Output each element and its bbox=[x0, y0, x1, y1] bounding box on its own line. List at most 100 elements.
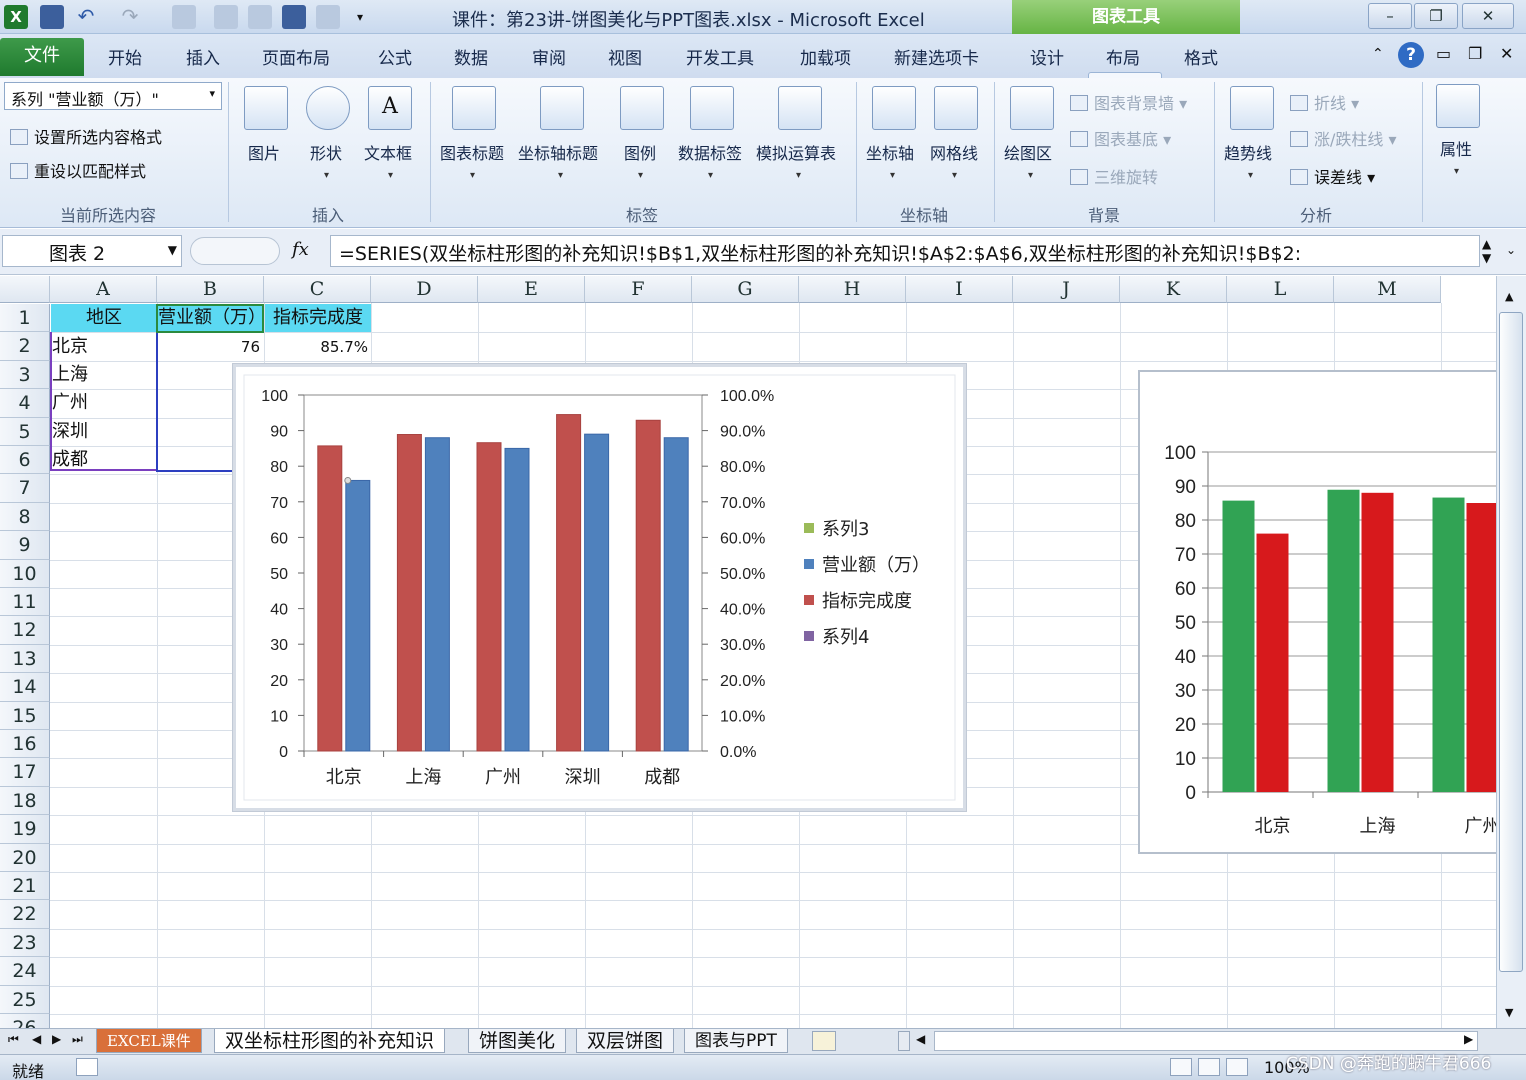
column-header-C[interactable]: C bbox=[264, 276, 371, 303]
column-header-M[interactable]: M bbox=[1334, 276, 1441, 303]
quick-access-icon-5[interactable] bbox=[316, 5, 340, 29]
quick-access-icon-2[interactable] bbox=[214, 5, 238, 29]
row-header-7[interactable]: 7 bbox=[0, 474, 50, 503]
gridlines-button[interactable]: 网格线 bbox=[930, 140, 978, 164]
doc-restore-icon[interactable]: ❐ bbox=[1468, 44, 1482, 63]
row-header-20[interactable]: 20 bbox=[0, 843, 50, 872]
combo-bar-chart[interactable]: 0 0.0% 10 10.0% 20 20.0% 30 30.0% 40 40.0% 50 50.0%… bbox=[233, 364, 966, 811]
sheet-tab-pie-beautify[interactable]: 饼图美化 bbox=[468, 1029, 567, 1053]
tab-formulas[interactable]: 公式 bbox=[378, 44, 412, 69]
horizontal-scrollbar[interactable] bbox=[934, 1031, 1478, 1051]
cell-C2[interactable]: 85.7% bbox=[265, 333, 368, 361]
error-bars-button[interactable]: 误差线 ▾ bbox=[1290, 164, 1375, 188]
bar-series1-2[interactable] bbox=[1432, 497, 1465, 792]
column-header-H[interactable]: H bbox=[799, 276, 906, 303]
properties-icon[interactable] bbox=[1436, 84, 1480, 128]
column-header-K[interactable]: K bbox=[1120, 276, 1227, 303]
trendline-button[interactable]: 趋势线 bbox=[1224, 140, 1272, 164]
scroll-up-icon[interactable]: ▲ bbox=[1505, 290, 1513, 303]
column-header-G[interactable]: G bbox=[692, 276, 799, 303]
vertical-scroll-thumb[interactable] bbox=[1499, 312, 1523, 972]
tab-addins[interactable]: 加载项 bbox=[800, 44, 851, 69]
row-header-4[interactable]: 4 bbox=[0, 389, 50, 418]
customize-qat-icon[interactable]: ▾ bbox=[348, 5, 372, 29]
column-header-I[interactable]: I bbox=[906, 276, 1013, 303]
sheet-nav-prev-icon[interactable]: ◀ bbox=[32, 1032, 41, 1046]
trendline-icon[interactable] bbox=[1230, 86, 1274, 130]
row-header-9[interactable]: 9 bbox=[0, 531, 50, 560]
row-header-12[interactable]: 12 bbox=[0, 616, 50, 645]
maximize-button[interactable]: ❐ bbox=[1414, 3, 1458, 29]
chart-wall-button[interactable]: 图表背景墙 ▾ bbox=[1070, 90, 1187, 114]
bar-completion-0[interactable] bbox=[317, 445, 343, 752]
format-selection-button[interactable]: 设置所选内容格式 bbox=[10, 124, 162, 148]
row-header-25[interactable]: 25 bbox=[0, 985, 50, 1014]
macro-record-icon[interactable] bbox=[76, 1058, 98, 1076]
chart-floor-button[interactable]: 图表基底 ▾ bbox=[1070, 126, 1171, 150]
sheet-tab-double-pie[interactable]: 双层饼图 bbox=[576, 1029, 675, 1053]
doc-close-icon[interactable]: ✕ bbox=[1500, 44, 1513, 63]
cell-C1[interactable]: 指标完成度 bbox=[265, 304, 371, 332]
row-header-19[interactable]: 19 bbox=[0, 815, 50, 844]
picture-icon[interactable] bbox=[244, 86, 288, 130]
sheet-tab-active[interactable]: 双坐标柱形图的补充知识 bbox=[214, 1029, 446, 1053]
data-table-icon[interactable] bbox=[778, 86, 822, 130]
insert-sheet-icon[interactable] bbox=[812, 1031, 836, 1051]
tab-file[interactable]: 文件 bbox=[0, 38, 84, 76]
minimize-ribbon-icon[interactable]: ⌃ bbox=[1372, 46, 1384, 62]
close-button[interactable]: ✕ bbox=[1462, 3, 1514, 29]
column-header-L[interactable]: L bbox=[1227, 276, 1334, 303]
chart-element-selector[interactable]: 系列 "营业额（万）" ▾ bbox=[4, 82, 222, 110]
row-header-13[interactable]: 13 bbox=[0, 644, 50, 674]
tab-insert[interactable]: 插入 bbox=[186, 44, 220, 69]
axes-button[interactable]: 坐标轴 bbox=[866, 140, 914, 164]
insert-shapes-label[interactable]: 形状 bbox=[310, 140, 342, 164]
data-labels-button[interactable]: 数据标签 bbox=[678, 140, 742, 164]
shapes-icon[interactable] bbox=[306, 86, 350, 130]
row-header-22[interactable]: 22 bbox=[0, 900, 50, 929]
quick-access-icon-3[interactable] bbox=[248, 5, 272, 29]
chart-title-icon[interactable] bbox=[452, 86, 496, 130]
bar-completion-2[interactable] bbox=[476, 442, 502, 752]
select-all-corner[interactable] bbox=[0, 276, 50, 303]
data-labels-icon[interactable] bbox=[690, 86, 734, 130]
legend-entry[interactable]: 系列3 bbox=[822, 519, 869, 540]
bar-completion-4[interactable] bbox=[635, 419, 661, 752]
column-header-J[interactable]: J bbox=[1013, 276, 1120, 303]
row-header-6[interactable]: 6 bbox=[0, 446, 50, 475]
quick-access-icon-1[interactable] bbox=[172, 5, 196, 29]
sheet-nav-next-icon[interactable]: ▶ bbox=[52, 1032, 61, 1046]
cell-A1[interactable]: 地区 bbox=[51, 304, 157, 332]
green-red-bar-chart[interactable]: 0 10 20 30 40 50 60 70 80 90 100 北京 上海 广州 bbox=[1138, 370, 1498, 854]
axes-icon[interactable] bbox=[872, 86, 916, 130]
row-header-26[interactable]: 26 bbox=[0, 1014, 50, 1028]
sheet-nav-last-icon[interactable]: ⏭ bbox=[72, 1032, 83, 1047]
tab-home[interactable]: 开始 bbox=[108, 44, 142, 69]
insert-picture-label[interactable]: 图片 bbox=[248, 140, 280, 164]
textbox-icon[interactable]: A bbox=[368, 86, 412, 130]
row-header-21[interactable]: 21 bbox=[0, 872, 50, 901]
chart-title-button[interactable]: 图表标题 bbox=[440, 140, 504, 164]
column-header-B[interactable]: B bbox=[157, 276, 264, 303]
bar-revenue-0[interactable] bbox=[345, 479, 371, 752]
bar-series2-0[interactable] bbox=[1256, 533, 1289, 792]
help-icon[interactable]: ? bbox=[1398, 42, 1424, 68]
page-layout-view-icon[interactable] bbox=[1198, 1058, 1220, 1076]
bar-series1-1[interactable] bbox=[1327, 489, 1360, 792]
bar-series2-2[interactable] bbox=[1466, 503, 1499, 792]
doc-minimize-icon[interactable]: ▭ bbox=[1436, 44, 1451, 63]
legend-entry[interactable]: 指标完成度 bbox=[822, 591, 912, 612]
tab-data[interactable]: 数据 bbox=[454, 44, 488, 69]
name-box[interactable]: 图表 2 ▼ bbox=[2, 235, 182, 267]
tab-design[interactable]: 设计 bbox=[1030, 44, 1064, 69]
row-header-14[interactable]: 14 bbox=[0, 673, 50, 702]
row-header-11[interactable]: 11 bbox=[0, 588, 50, 617]
row-header-3[interactable]: 3 bbox=[0, 360, 50, 390]
tab-developer[interactable]: 开发工具 bbox=[686, 44, 754, 69]
tab-review[interactable]: 审阅 bbox=[532, 44, 566, 69]
bar-revenue-2[interactable] bbox=[504, 447, 530, 752]
quick-access-icon-4[interactable] bbox=[282, 5, 306, 29]
undo-icon[interactable]: ↶ bbox=[74, 5, 98, 29]
sheet-tab-chart-ppt[interactable]: 图表与PPT bbox=[684, 1029, 788, 1053]
row-header-5[interactable]: 5 bbox=[0, 417, 50, 446]
